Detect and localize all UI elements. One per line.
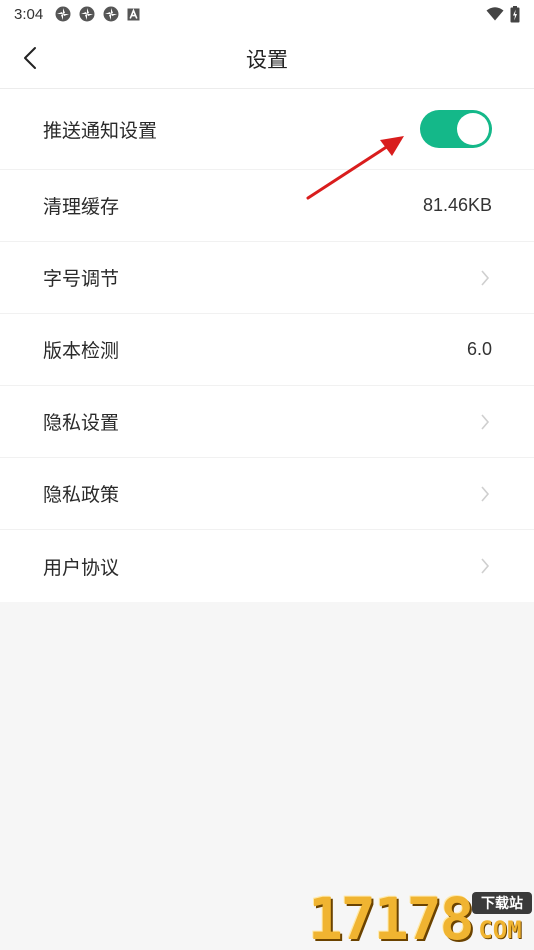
- app-notification-icon: [103, 6, 119, 22]
- cache-size-value: 81.46KB: [422, 195, 492, 215]
- clear-cache-row[interactable]: 清理缓存 81.46KB: [0, 170, 534, 242]
- watermark-number: 17178: [308, 885, 475, 950]
- privacy-policy-row[interactable]: 隐私政策: [0, 458, 534, 530]
- status-right-icons: [486, 5, 520, 23]
- push-notification-toggle[interactable]: [420, 110, 492, 148]
- chevron-right-icon: [478, 268, 492, 288]
- wifi-icon: [486, 7, 504, 21]
- push-notification-row: 推送通知设置: [0, 89, 534, 170]
- version-value: 6.0: [466, 339, 492, 359]
- privacy-policy-label: 隐私政策: [43, 484, 120, 506]
- chevron-right-icon: [478, 484, 492, 504]
- back-button[interactable]: [14, 42, 46, 74]
- version-check-label: 版本检测: [43, 340, 120, 362]
- app-notification-icon: [55, 6, 71, 22]
- a-icon: [127, 7, 140, 20]
- page-title: 设置: [246, 47, 288, 72]
- font-size-label: 字号调节: [43, 268, 120, 290]
- privacy-settings-row[interactable]: 隐私设置: [0, 386, 534, 458]
- push-notification-label: 推送通知设置: [43, 119, 158, 142]
- clear-cache-label: 清理缓存: [43, 196, 120, 218]
- battery-icon: [510, 5, 520, 22]
- watermark-logo: 17178 下载站 COM: [308, 888, 534, 950]
- toggle-knob: [457, 113, 489, 145]
- user-agreement-label: 用户协议: [43, 556, 120, 579]
- chevron-left-icon: [24, 47, 36, 69]
- chevron-right-icon: [478, 412, 492, 432]
- version-check-row[interactable]: 版本检测 6.0: [0, 314, 534, 386]
- font-size-row[interactable]: 字号调节: [0, 242, 534, 314]
- app-notification-icon: [79, 6, 95, 22]
- settings-list: 推送通知设置 清理缓存 81.46KB 字号调节 版本检测 6.0 隐私设置 隐…: [0, 89, 534, 602]
- watermark-suffix: COM: [478, 916, 522, 944]
- status-bar: 3:04: [0, 0, 534, 28]
- status-time: 3:04: [14, 5, 44, 23]
- watermark-badge: 下载站: [472, 892, 532, 914]
- app-header: 设置: [0, 28, 534, 89]
- privacy-settings-label: 隐私设置: [43, 412, 120, 434]
- status-notification-icons: [55, 6, 140, 22]
- chevron-right-icon: [478, 556, 492, 576]
- user-agreement-row[interactable]: 用户协议: [0, 530, 534, 602]
